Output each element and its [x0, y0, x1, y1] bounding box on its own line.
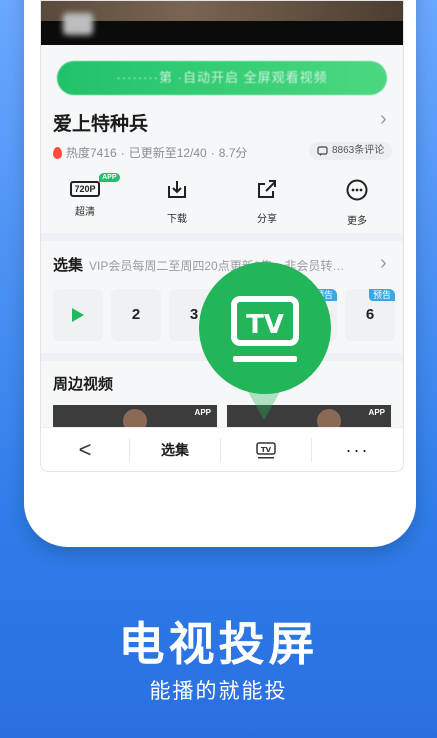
download-button[interactable]: 下载 [147, 179, 207, 225]
tv-cast-icon: TV [231, 296, 299, 362]
play-icon [72, 308, 84, 323]
hd-720p-icon: 720P APP [70, 173, 120, 197]
comments-count: 8863条评论 [332, 145, 385, 156]
app-screen: ········第 ·自动开启 全屏观看视频 爱上特种兵 › 热度7416 · … [40, 0, 404, 472]
more-options-button[interactable]: ··· [312, 428, 403, 471]
episode-6-preview[interactable]: 6 预告 [345, 289, 395, 341]
flame-icon [53, 146, 62, 159]
download-label: 下载 [167, 214, 187, 225]
meta-separator: · [210, 145, 215, 160]
heat-value: 热度7416 [66, 146, 117, 160]
back-button[interactable]: < [41, 428, 129, 471]
episode-2[interactable]: 2 [111, 289, 161, 341]
comment-icon [317, 145, 328, 156]
svg-text:TV: TV [261, 446, 272, 454]
thumb-image [123, 409, 147, 427]
tv-cast-bubble: TV [199, 262, 331, 394]
svg-text:TV: TV [246, 310, 284, 340]
more-button[interactable]: 更多 [327, 179, 387, 227]
thumb-image [317, 409, 341, 427]
show-meta: 热度7416 · 已更新至12/40 · 8.7分 [53, 144, 247, 161]
bottom-bar: < 选集 TV ··· [41, 427, 403, 471]
tv-cast-button[interactable]: TV [221, 428, 311, 471]
quality-button[interactable]: 720P APP 超清 [55, 173, 120, 218]
rating: 8.7分 [218, 146, 248, 160]
episodes-title: 选集 [53, 257, 84, 274]
section-divider [41, 233, 403, 241]
show-title: 爱上特种兵 [53, 114, 149, 135]
share-icon [258, 180, 276, 198]
video-player[interactable] [41, 1, 403, 45]
promo-headline: 电视投屏 [118, 618, 319, 670]
share-button[interactable]: 分享 [237, 179, 297, 225]
app-badge: APP [99, 173, 120, 182]
video-frame [41, 1, 403, 21]
action-row: 720P APP 超清 下载 分享 更多 [41, 173, 403, 227]
episode-1-current[interactable] [53, 289, 103, 341]
download-icon [168, 181, 186, 198]
more-label: 更多 [347, 216, 367, 227]
tv-icon: TV [256, 442, 276, 459]
update-status: 已更新至12/40 [128, 146, 207, 160]
share-label: 分享 [257, 214, 277, 225]
episodes-button[interactable]: 选集 [130, 428, 220, 471]
chevron-right-icon[interactable]: › [380, 108, 387, 131]
video-watermark [63, 13, 93, 35]
related-title: 周边视频 [53, 376, 114, 393]
app-tag: APP [368, 408, 385, 417]
promo-subline: 能播的就能投 [149, 680, 288, 703]
preview-tag: 预告 [368, 289, 395, 301]
related-video-thumb[interactable]: APP [53, 405, 217, 427]
chevron-right-icon[interactable]: › [380, 252, 387, 275]
app-tag: APP [194, 408, 211, 417]
quality-label: 超清 [75, 207, 95, 218]
comments-button[interactable]: 8863条评论 [309, 142, 393, 160]
more-circle-icon [346, 179, 368, 201]
meta-separator: · [120, 145, 125, 160]
promo-banner[interactable]: ········第 ·自动开启 全屏观看视频 [57, 61, 387, 95]
